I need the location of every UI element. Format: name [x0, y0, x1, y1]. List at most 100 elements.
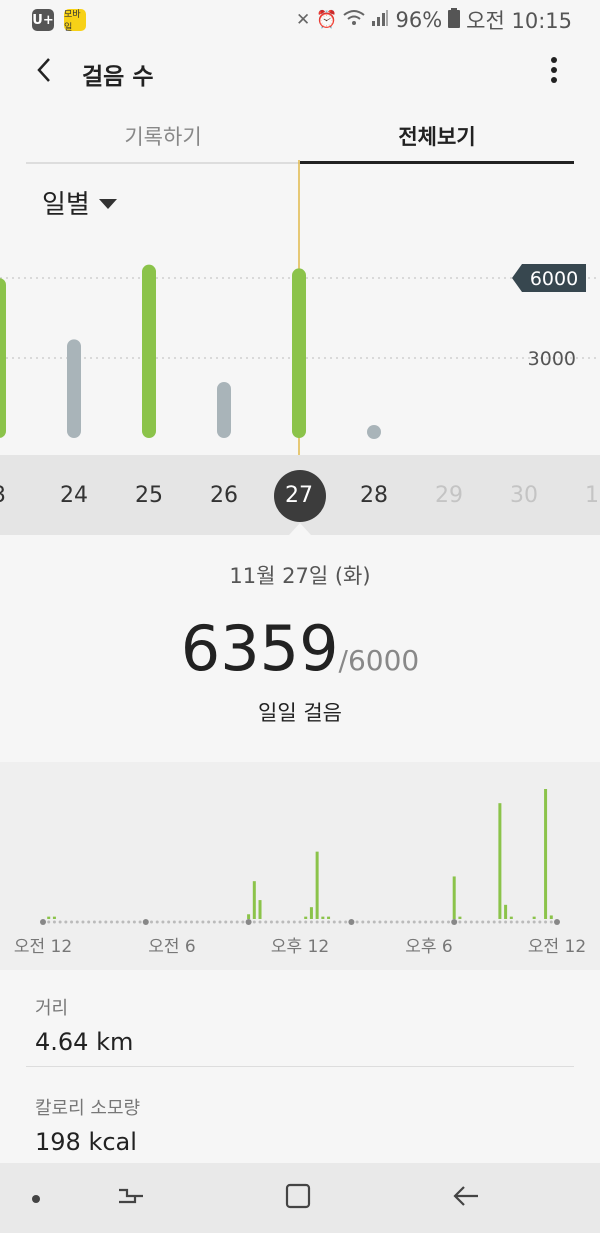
hourly-axis-dot	[98, 920, 102, 924]
hourly-axis-dot	[224, 920, 228, 924]
hourly-bar	[252, 881, 256, 919]
hourly-axis-dot	[526, 920, 530, 924]
date-item[interactable]: 29	[419, 455, 479, 535]
hourly-axis-dot	[338, 920, 342, 924]
hourly-axis-dot	[355, 920, 359, 924]
stat-value: 4.64 km	[35, 1028, 134, 1056]
battery-percent: 96%	[395, 8, 443, 32]
hourly-axis-dot	[281, 920, 285, 924]
date-item[interactable]: 26	[194, 455, 254, 535]
mobile-app-icon: 모바일	[64, 9, 86, 33]
date-item[interactable]: 28	[344, 455, 404, 535]
hourly-axis-dot	[150, 920, 154, 924]
hourly-axis-dot	[309, 920, 313, 924]
date-item[interactable]: 24	[44, 455, 104, 535]
hourly-axis-dot	[138, 920, 142, 924]
hourly-axis-dot	[64, 920, 68, 924]
hourly-axis-dot	[235, 920, 239, 924]
hourly-bar	[532, 916, 536, 919]
hourly-axis-dot	[509, 920, 513, 924]
hourly-bar	[452, 876, 456, 919]
hourly-tick-label: 오후 12	[270, 937, 330, 957]
summary-label: 일일 걸음	[258, 701, 342, 725]
hourly-axis-dot	[269, 920, 273, 924]
stat-value: 198 kcal	[35, 1128, 137, 1156]
back-button[interactable]	[24, 52, 64, 92]
hourly-axis-dot	[498, 920, 502, 924]
hourly-axis-dot	[184, 920, 188, 924]
hourly-axis-dot	[275, 920, 279, 924]
hourly-axis-dot	[544, 920, 548, 924]
hourly-bar	[309, 907, 313, 919]
hourly-axis-dot	[492, 920, 496, 924]
hourly-axis-dot	[207, 920, 211, 924]
hourly-bar	[498, 803, 502, 919]
date-item[interactable]: 25	[119, 455, 179, 535]
recent-apps-button[interactable]	[106, 1173, 156, 1223]
hourly-axis-dot	[532, 920, 536, 924]
hourly-axis-dot	[47, 920, 51, 924]
date-item[interactable]: 30	[494, 455, 554, 535]
hourly-axis-dot	[212, 920, 216, 924]
tab-record[interactable]: 기록하기	[26, 110, 300, 164]
hourly-axis-dot	[104, 920, 108, 924]
hourly-axis-dot	[292, 920, 296, 924]
status-bar: U+ 모바일 ✕ ⏰ 96% 오전 10:15	[0, 0, 600, 40]
hourly-axis-dot	[298, 920, 302, 924]
navigation-bar	[0, 1163, 600, 1233]
hourly-axis-dot	[189, 920, 193, 924]
hourly-axis-dot	[348, 919, 355, 925]
hourly-axis-dot	[372, 920, 376, 924]
hourly-axis-dot	[142, 919, 149, 925]
hourly-axis-dot	[218, 920, 222, 924]
hourly-axis-dot	[58, 920, 62, 924]
summary-date: 11월 27일 (화)	[229, 564, 371, 588]
hourly-axis-dot	[429, 920, 433, 924]
hourly-bar	[247, 914, 251, 919]
hourly-bar	[321, 916, 325, 919]
page-title: 걸음 수	[82, 64, 154, 90]
hourly-axis-dot	[245, 919, 252, 925]
home-button[interactable]	[273, 1173, 323, 1223]
hourly-tick-label: 오전 12	[13, 937, 73, 957]
hourly-axis-dot	[446, 920, 450, 924]
date-item[interactable]: 3	[0, 455, 29, 535]
hourly-axis-dot	[121, 920, 125, 924]
hourly-axis-dot	[304, 920, 308, 924]
hourly-axis-dot	[515, 920, 519, 924]
nav-dot-button[interactable]	[11, 1173, 61, 1223]
hourly-axis-dot	[481, 920, 485, 924]
hourly-axis-dot	[395, 920, 399, 924]
calories-stat: 칼로리 소모량 198 kcal	[35, 1094, 575, 1156]
more-options-button[interactable]	[536, 52, 572, 92]
hourly-bar	[544, 789, 548, 919]
bar-25	[142, 264, 156, 438]
hourly-axis-dot	[384, 920, 388, 924]
hourly-axis-dot	[327, 920, 331, 924]
hourly-axis-dot	[161, 920, 165, 924]
divider	[26, 1066, 574, 1067]
hourly-bar	[327, 916, 331, 919]
hourly-axis-dot	[229, 920, 233, 924]
status-bar-right: ✕ ⏰ 96% 오전 10:15	[296, 5, 572, 35]
date-item[interactable]: 12	[569, 455, 600, 535]
hourly-axis-dot	[418, 920, 422, 924]
back-nav-button[interactable]	[441, 1173, 491, 1223]
uplus-app-icon: U+	[32, 9, 54, 31]
tab-overview[interactable]: 전체보기	[300, 110, 574, 164]
daily-summary: 11월 27일 (화) 6359/6000 일일 걸음	[0, 560, 600, 727]
hourly-axis-dot	[469, 920, 473, 924]
mute-icon: ✕	[296, 10, 311, 30]
hourly-axis-dot	[549, 920, 553, 924]
hourly-axis-dot	[92, 920, 96, 924]
steps-count: 6359	[180, 612, 339, 685]
home-icon	[285, 1183, 311, 1213]
wifi-icon	[343, 8, 366, 32]
hourly-axis-dot	[52, 920, 56, 924]
hourly-axis-dot	[401, 920, 405, 924]
daily-steps-chart[interactable]: 3000 6000	[0, 160, 600, 460]
battery-icon	[448, 7, 461, 33]
tab-bar: 기록하기 전체보기	[26, 110, 574, 164]
hourly-axis-dot	[389, 920, 393, 924]
hourly-axis-dot	[155, 920, 159, 924]
